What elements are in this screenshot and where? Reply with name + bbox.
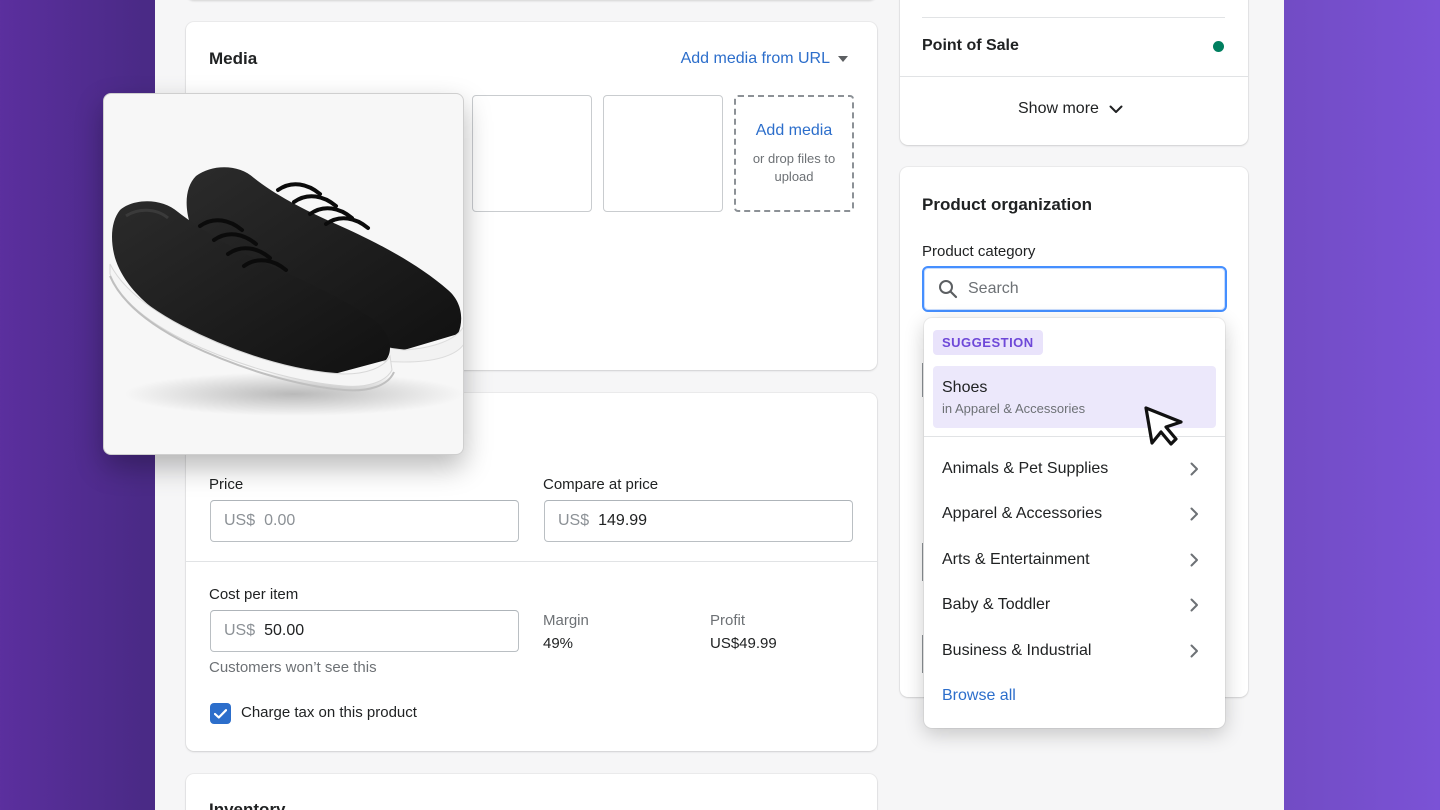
add-media-label: Add media <box>755 121 833 139</box>
category-dropdown: SUGGESTION Shoes in Apparel & Accessorie… <box>924 318 1225 728</box>
category-option-label: Baby & Toddler <box>942 596 1051 613</box>
pricing-divider <box>186 561 877 562</box>
category-option-label: Business & Industrial <box>942 642 1092 659</box>
add-media-from-url-button[interactable]: Add media from URL <box>681 50 848 68</box>
product-category-search-input[interactable]: Search <box>922 266 1227 312</box>
cost-per-item-label: Cost per item <box>209 586 299 603</box>
suggestion-badge: SUGGESTION <box>933 330 1043 355</box>
sneaker-illustration <box>109 167 463 416</box>
browse-all-link[interactable]: Browse all <box>942 687 1016 705</box>
category-option-label: Apparel & Accessories <box>942 505 1103 522</box>
channel-divider <box>922 17 1225 18</box>
media-slot[interactable] <box>472 95 592 212</box>
media-title: Media <box>209 49 258 68</box>
add-media-dropzone[interactable]: Add media or drop files to upload <box>734 95 854 212</box>
inventory-title: Inventory <box>209 800 286 810</box>
category-option[interactable]: Animals & Pet Supplies <box>924 447 1225 491</box>
profit-value: US$49.99 <box>710 635 777 652</box>
product-category-label: Product category <box>922 243 1036 260</box>
product-organization-title: Product organization <box>922 195 1092 214</box>
cost-currency-prefix: US$ <box>224 622 256 639</box>
category-option[interactable]: Apparel & Accessories <box>924 492 1225 536</box>
cost-per-item-value: 50.00 <box>264 622 305 639</box>
cost-per-item-input[interactable]: US$ 50.00 <box>210 610 519 652</box>
price-currency-prefix: US$ <box>224 512 256 529</box>
chevron-right-icon <box>1190 462 1198 476</box>
add-media-from-url-label: Add media from URL <box>680 50 830 67</box>
chevron-right-icon <box>1190 598 1198 612</box>
mouse-pointer-icon <box>1144 406 1183 446</box>
price-label: Price <box>209 476 244 493</box>
product-image[interactable] <box>103 93 464 455</box>
suggested-category-path: in Apparel & Accessories <box>942 401 1086 416</box>
category-option[interactable]: Arts & Entertainment <box>924 538 1225 582</box>
margin-value: 49% <box>543 635 574 652</box>
compare-currency-prefix: US$ <box>558 512 590 529</box>
cost-hint: Customers won’t see this <box>209 659 377 676</box>
charge-tax-checkbox[interactable] <box>210 703 231 724</box>
media-slot[interactable] <box>603 95 723 212</box>
compare-at-price-input[interactable]: US$ 149.99 <box>544 500 853 542</box>
category-option[interactable]: Business & Industrial <box>924 629 1225 673</box>
search-placeholder: Search <box>968 280 1019 297</box>
compare-at-price-label: Compare at price <box>543 476 659 493</box>
margin-label: Margin <box>543 612 589 629</box>
channel-status-dot <box>1213 41 1224 52</box>
show-more-button[interactable]: Show more <box>1018 100 1123 118</box>
chevron-down-icon <box>1109 105 1123 113</box>
show-more-divider <box>900 76 1248 77</box>
chevron-right-icon <box>1190 553 1198 567</box>
caret-down-icon <box>838 56 848 62</box>
show-more-label: Show more <box>1018 100 1099 117</box>
chevron-right-icon <box>1190 644 1198 658</box>
sales-channels-card: Point of Sale Show more <box>900 0 1248 145</box>
checkmark-icon <box>214 708 227 719</box>
search-icon <box>939 280 958 299</box>
suggested-category-name: Shoes <box>942 379 988 396</box>
charge-tax-label: Charge tax on this product <box>241 704 417 721</box>
price-input[interactable]: US$ 0.00 <box>210 500 519 542</box>
category-option[interactable]: Baby & Toddler <box>924 583 1225 627</box>
profit-label: Profit <box>710 612 746 629</box>
chevron-right-icon <box>1190 507 1198 521</box>
category-option-label: Arts & Entertainment <box>942 551 1090 568</box>
compare-at-price-value: 149.99 <box>598 512 648 529</box>
price-placeholder: 0.00 <box>264 512 296 529</box>
channel-name: Point of Sale <box>922 37 1019 54</box>
drop-files-hint: or drop files to upload <box>752 150 836 184</box>
category-option-label: Animals & Pet Supplies <box>942 460 1109 477</box>
inventory-card: Inventory <box>186 774 877 810</box>
